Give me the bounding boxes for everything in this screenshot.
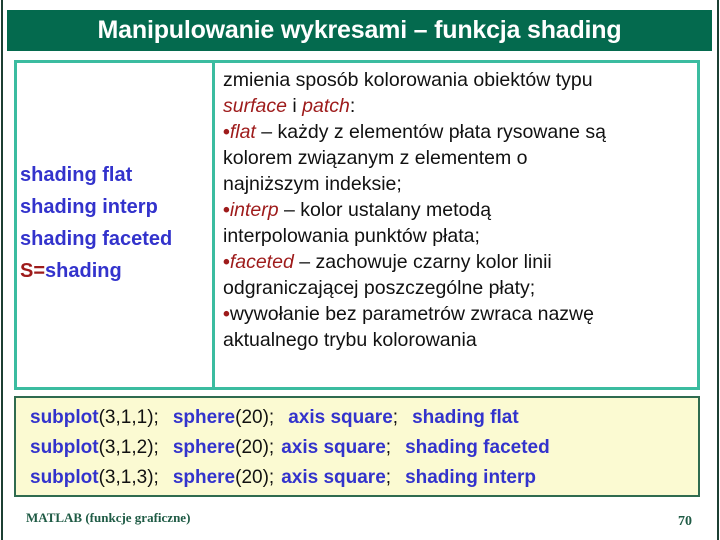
code-keyword: axis square <box>281 437 386 458</box>
page-number: 70 <box>678 514 692 529</box>
footer-note: MATLAB (funkcje graficzne) <box>26 510 191 525</box>
command-label: shading flat <box>20 164 133 186</box>
code-keyword: subplot <box>30 437 99 458</box>
code-keyword: sphere <box>172 437 236 458</box>
code-keyword: sphere <box>172 467 236 488</box>
desc-emphasis-surface: surface <box>223 95 287 117</box>
command-column: shading flat shading interp shading face… <box>17 63 215 387</box>
code-args: (20); <box>235 467 275 488</box>
desc-text: i <box>286 95 303 117</box>
code-keyword: sphere <box>172 407 236 428</box>
desc-line-1: zmienia sposób kolorowania obiektów typu <box>223 67 693 93</box>
desc-line-4: kolorem związanym z elementem o <box>223 145 693 171</box>
desc-emphasis-patch: patch <box>302 95 350 117</box>
slide-left-rule <box>1 0 3 540</box>
bullet-icon: • <box>223 121 230 143</box>
description-box: shading flat shading interp shading face… <box>14 60 700 390</box>
slide-title-banner: Manipulowanie wykresami – funkcja shadin… <box>7 10 712 51</box>
code-row: subplot(3,1,3); sphere(20); axis square; sh… <box>30 463 698 493</box>
desc-text: – zachowuje czarny kolor linii <box>293 251 552 273</box>
slide-canvas: Manipulowanie wykresami – funkcja shadin… <box>0 0 720 540</box>
code-keyword: axis square <box>281 467 386 488</box>
desc-text: – kolor ustalany metodą <box>278 199 492 221</box>
code-keyword: shading flat <box>412 407 519 428</box>
code-separator: ; <box>392 407 399 428</box>
bullet-icon: • <box>223 251 230 273</box>
desc-emphasis-flat: flat <box>229 121 256 143</box>
code-keyword: subplot <box>30 467 99 488</box>
desc-line-5: najniższym indeksie; <box>223 171 693 197</box>
code-row: subplot(3,1,2); sphere(20); axis square; sh… <box>30 433 698 463</box>
desc-text: : <box>349 95 356 117</box>
code-example-box: subplot(3,1,1); sphere(20); axis square; sh… <box>14 396 700 497</box>
desc-line-11: aktualnego trybu kolorowania <box>223 327 693 353</box>
desc-emphasis-faceted: faceted <box>229 251 294 273</box>
bullet-icon: • <box>223 303 230 325</box>
desc-line-7: interpolowania punktów płata; <box>223 223 693 249</box>
command-label: shading interp <box>20 196 158 218</box>
desc-text: aktualnego trybu kolorowania <box>223 329 477 351</box>
desc-text: – każdy z elementów płata rysowane są <box>255 121 606 143</box>
command-item-shading-assign: S=shading <box>20 255 212 287</box>
slide-right-rule <box>717 0 719 540</box>
command-assign-prefix: S= <box>20 260 46 282</box>
command-item-shading-faceted: shading faceted <box>20 223 212 255</box>
desc-emphasis-interp: interp <box>229 199 279 221</box>
desc-line-3: •flat – każdy z elementów płata rysowane… <box>223 119 693 145</box>
desc-line-6: •interp – kolor ustalany metodą <box>223 197 693 223</box>
command-label: shading faceted <box>20 228 173 250</box>
desc-line-8: •faceted – zachowuje czarny kolor linii <box>223 249 693 275</box>
desc-line-2: surface i patch: <box>223 93 693 119</box>
code-keyword: shading faceted <box>405 437 550 458</box>
desc-line-10: •wywołanie bez parametrów zwraca nazwę <box>223 301 693 327</box>
desc-text: odgraniczającej poszczególne płaty; <box>223 277 536 299</box>
code-separator: ; <box>385 437 392 458</box>
code-args: (20); <box>235 437 275 458</box>
code-args: (3,1,3); <box>98 467 159 488</box>
code-keyword: axis square <box>288 407 393 428</box>
code-keyword: shading interp <box>405 467 536 488</box>
desc-line-9: odgraniczającej poszczególne płaty; <box>223 275 693 301</box>
desc-text: interpolowania punktów płata; <box>223 225 480 247</box>
desc-text: zmienia sposób kolorowania obiektów typu <box>223 69 593 91</box>
code-args: (3,1,1); <box>98 407 159 428</box>
command-item-shading-flat: shading flat <box>20 159 212 191</box>
page-title: Manipulowanie wykresami – funkcja shadin… <box>97 16 622 44</box>
command-list: shading flat shading interp shading face… <box>20 159 212 287</box>
code-keyword: subplot <box>30 407 99 428</box>
bullet-icon: • <box>223 199 230 221</box>
code-separator: ; <box>385 467 392 488</box>
command-item-shading-interp: shading interp <box>20 191 212 223</box>
desc-text: najniższym indeksie; <box>223 173 402 195</box>
command-label: shading <box>45 260 122 282</box>
code-row: subplot(3,1,1); sphere(20); axis square; sh… <box>30 403 698 433</box>
description-column: zmienia sposób kolorowania obiektów typu… <box>215 63 697 387</box>
code-args: (20); <box>235 407 275 428</box>
code-args: (3,1,2); <box>98 437 159 458</box>
desc-text: wywołanie bez parametrów zwraca nazwę <box>229 303 594 325</box>
desc-text: kolorem związanym z elementem o <box>223 147 528 169</box>
